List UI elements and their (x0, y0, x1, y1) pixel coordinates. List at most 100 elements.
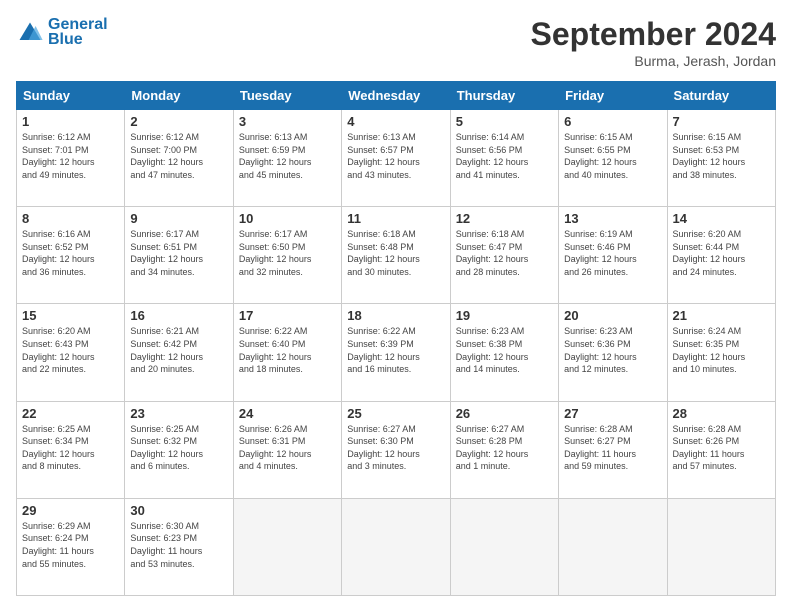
day-info: Sunrise: 6:22 AM Sunset: 6:40 PM Dayligh… (239, 325, 336, 375)
calendar-cell: 14Sunrise: 6:20 AM Sunset: 6:44 PM Dayli… (667, 207, 775, 304)
day-number: 20 (564, 308, 661, 323)
day-number: 25 (347, 406, 444, 421)
day-info: Sunrise: 6:18 AM Sunset: 6:48 PM Dayligh… (347, 228, 444, 278)
day-info: Sunrise: 6:23 AM Sunset: 6:38 PM Dayligh… (456, 325, 553, 375)
calendar-cell: 24 Sunrise: 6:26 AM Sunset: 6:31 PM Dayli… (233, 401, 341, 498)
day-info: Sunrise: 6:28 AM Sunset: 6:26 PM Dayligh… (673, 423, 770, 473)
calendar-cell: 9Sunrise: 6:17 AM Sunset: 6:51 PM Daylig… (125, 207, 233, 304)
day-info: Sunrise: 6:15 AM Sunset: 6:53 PM Dayligh… (673, 131, 770, 181)
day-number: 10 (239, 211, 336, 226)
calendar-cell: 21Sunrise: 6:24 AM Sunset: 6:35 PM Dayli… (667, 304, 775, 401)
day-number: 9 (130, 211, 227, 226)
day-number: 27 (564, 406, 661, 421)
header-day-wednesday: Wednesday (342, 82, 450, 110)
calendar-cell: 15Sunrise: 6:20 AM Sunset: 6:43 PM Dayli… (17, 304, 125, 401)
day-info: Sunrise: 6:18 AM Sunset: 6:47 PM Dayligh… (456, 228, 553, 278)
calendar-cell: 8 Sunrise: 6:16 AM Sunset: 6:52 PM Daylig… (17, 207, 125, 304)
day-info: Sunrise: 6:14 AM Sunset: 6:56 PM Dayligh… (456, 131, 553, 181)
day-info: Sunrise: 6:27 AM Sunset: 6:30 PM Dayligh… (347, 423, 444, 473)
calendar-cell: 23 Sunrise: 6:25 AM Sunset: 6:32 PM Dayli… (125, 401, 233, 498)
calendar-cell: 3 Sunrise: 6:13 AM Sunset: 6:59 PM Daylig… (233, 110, 341, 207)
calendar-header-row: SundayMondayTuesdayWednesdayThursdayFrid… (17, 82, 776, 110)
day-number: 7 (673, 114, 770, 129)
week-row-1: 1 Sunrise: 6:12 AM Sunset: 7:01 PM Daylig… (17, 110, 776, 207)
day-number: 6 (564, 114, 661, 129)
day-number: 11 (347, 211, 444, 226)
day-info: Sunrise: 6:12 AM Sunset: 7:01 PM Dayligh… (22, 131, 119, 181)
week-row-5: 29Sunrise: 6:29 AM Sunset: 6:24 PM Dayli… (17, 498, 776, 595)
day-number: 17 (239, 308, 336, 323)
calendar-cell: 18 Sunrise: 6:22 AM Sunset: 6:39 PM Dayli… (342, 304, 450, 401)
day-info: Sunrise: 6:25 AM Sunset: 6:34 PM Dayligh… (22, 423, 119, 473)
day-number: 3 (239, 114, 336, 129)
calendar-cell: 19 Sunrise: 6:23 AM Sunset: 6:38 PM Dayli… (450, 304, 558, 401)
day-info: Sunrise: 6:16 AM Sunset: 6:52 PM Dayligh… (22, 228, 119, 278)
header-day-saturday: Saturday (667, 82, 775, 110)
calendar-table: SundayMondayTuesdayWednesdayThursdayFrid… (16, 81, 776, 596)
day-number: 18 (347, 308, 444, 323)
day-number: 24 (239, 406, 336, 421)
day-number: 19 (456, 308, 553, 323)
day-info: Sunrise: 6:13 AM Sunset: 6:59 PM Dayligh… (239, 131, 336, 181)
day-number: 4 (347, 114, 444, 129)
week-row-2: 8 Sunrise: 6:16 AM Sunset: 6:52 PM Daylig… (17, 207, 776, 304)
day-number: 8 (22, 211, 119, 226)
calendar-cell: 1 Sunrise: 6:12 AM Sunset: 7:01 PM Daylig… (17, 110, 125, 207)
day-number: 23 (130, 406, 227, 421)
calendar-cell: 12 Sunrise: 6:18 AM Sunset: 6:47 PM Dayli… (450, 207, 558, 304)
calendar-cell: 11 Sunrise: 6:18 AM Sunset: 6:48 PM Dayli… (342, 207, 450, 304)
day-number: 21 (673, 308, 770, 323)
day-number: 26 (456, 406, 553, 421)
logo-text: General Blue (48, 16, 108, 49)
day-info: Sunrise: 6:19 AM Sunset: 6:46 PM Dayligh… (564, 228, 661, 278)
calendar-cell (233, 498, 341, 595)
day-number: 16 (130, 308, 227, 323)
calendar-cell: 2 Sunrise: 6:12 AM Sunset: 7:00 PM Daylig… (125, 110, 233, 207)
header-day-monday: Monday (125, 82, 233, 110)
day-info: Sunrise: 6:20 AM Sunset: 6:43 PM Dayligh… (22, 325, 119, 375)
header-day-sunday: Sunday (17, 82, 125, 110)
calendar-cell: 10 Sunrise: 6:17 AM Sunset: 6:50 PM Dayli… (233, 207, 341, 304)
calendar-cell: 22 Sunrise: 6:25 AM Sunset: 6:34 PM Dayli… (17, 401, 125, 498)
day-number: 5 (456, 114, 553, 129)
day-number: 22 (22, 406, 119, 421)
day-number: 28 (673, 406, 770, 421)
day-info: Sunrise: 6:13 AM Sunset: 6:57 PM Dayligh… (347, 131, 444, 181)
header-day-friday: Friday (559, 82, 667, 110)
calendar-cell (342, 498, 450, 595)
day-info: Sunrise: 6:21 AM Sunset: 6:42 PM Dayligh… (130, 325, 227, 375)
header-day-thursday: Thursday (450, 82, 558, 110)
calendar-cell: 28 Sunrise: 6:28 AM Sunset: 6:26 PM Dayli… (667, 401, 775, 498)
day-info: Sunrise: 6:28 AM Sunset: 6:27 PM Dayligh… (564, 423, 661, 473)
day-info: Sunrise: 6:12 AM Sunset: 7:00 PM Dayligh… (130, 131, 227, 181)
day-number: 12 (456, 211, 553, 226)
calendar-cell: 30Sunrise: 6:30 AM Sunset: 6:23 PM Dayli… (125, 498, 233, 595)
day-info: Sunrise: 6:26 AM Sunset: 6:31 PM Dayligh… (239, 423, 336, 473)
calendar-cell: 27 Sunrise: 6:28 AM Sunset: 6:27 PM Dayli… (559, 401, 667, 498)
day-number: 29 (22, 503, 119, 518)
title-block: September 2024 Burma, Jerash, Jordan (531, 16, 776, 69)
day-info: Sunrise: 6:22 AM Sunset: 6:39 PM Dayligh… (347, 325, 444, 375)
subtitle: Burma, Jerash, Jordan (531, 53, 776, 69)
day-number: 13 (564, 211, 661, 226)
calendar-cell: 5 Sunrise: 6:14 AM Sunset: 6:56 PM Daylig… (450, 110, 558, 207)
calendar-cell (450, 498, 558, 595)
calendar-cell: 26 Sunrise: 6:27 AM Sunset: 6:28 PM Dayli… (450, 401, 558, 498)
day-info: Sunrise: 6:15 AM Sunset: 6:55 PM Dayligh… (564, 131, 661, 181)
day-number: 14 (673, 211, 770, 226)
calendar-cell: 4 Sunrise: 6:13 AM Sunset: 6:57 PM Daylig… (342, 110, 450, 207)
day-info: Sunrise: 6:23 AM Sunset: 6:36 PM Dayligh… (564, 325, 661, 375)
calendar-cell: 17 Sunrise: 6:22 AM Sunset: 6:40 PM Dayli… (233, 304, 341, 401)
logo: General Blue (16, 16, 108, 49)
day-number: 1 (22, 114, 119, 129)
calendar-cell: 20 Sunrise: 6:23 AM Sunset: 6:36 PM Dayli… (559, 304, 667, 401)
day-number: 2 (130, 114, 227, 129)
day-info: Sunrise: 6:25 AM Sunset: 6:32 PM Dayligh… (130, 423, 227, 473)
day-info: Sunrise: 6:27 AM Sunset: 6:28 PM Dayligh… (456, 423, 553, 473)
calendar-cell (667, 498, 775, 595)
day-number: 30 (130, 503, 227, 518)
day-info: Sunrise: 6:17 AM Sunset: 6:50 PM Dayligh… (239, 228, 336, 278)
calendar-cell: 7 Sunrise: 6:15 AM Sunset: 6:53 PM Daylig… (667, 110, 775, 207)
header-day-tuesday: Tuesday (233, 82, 341, 110)
month-title: September 2024 (531, 16, 776, 53)
